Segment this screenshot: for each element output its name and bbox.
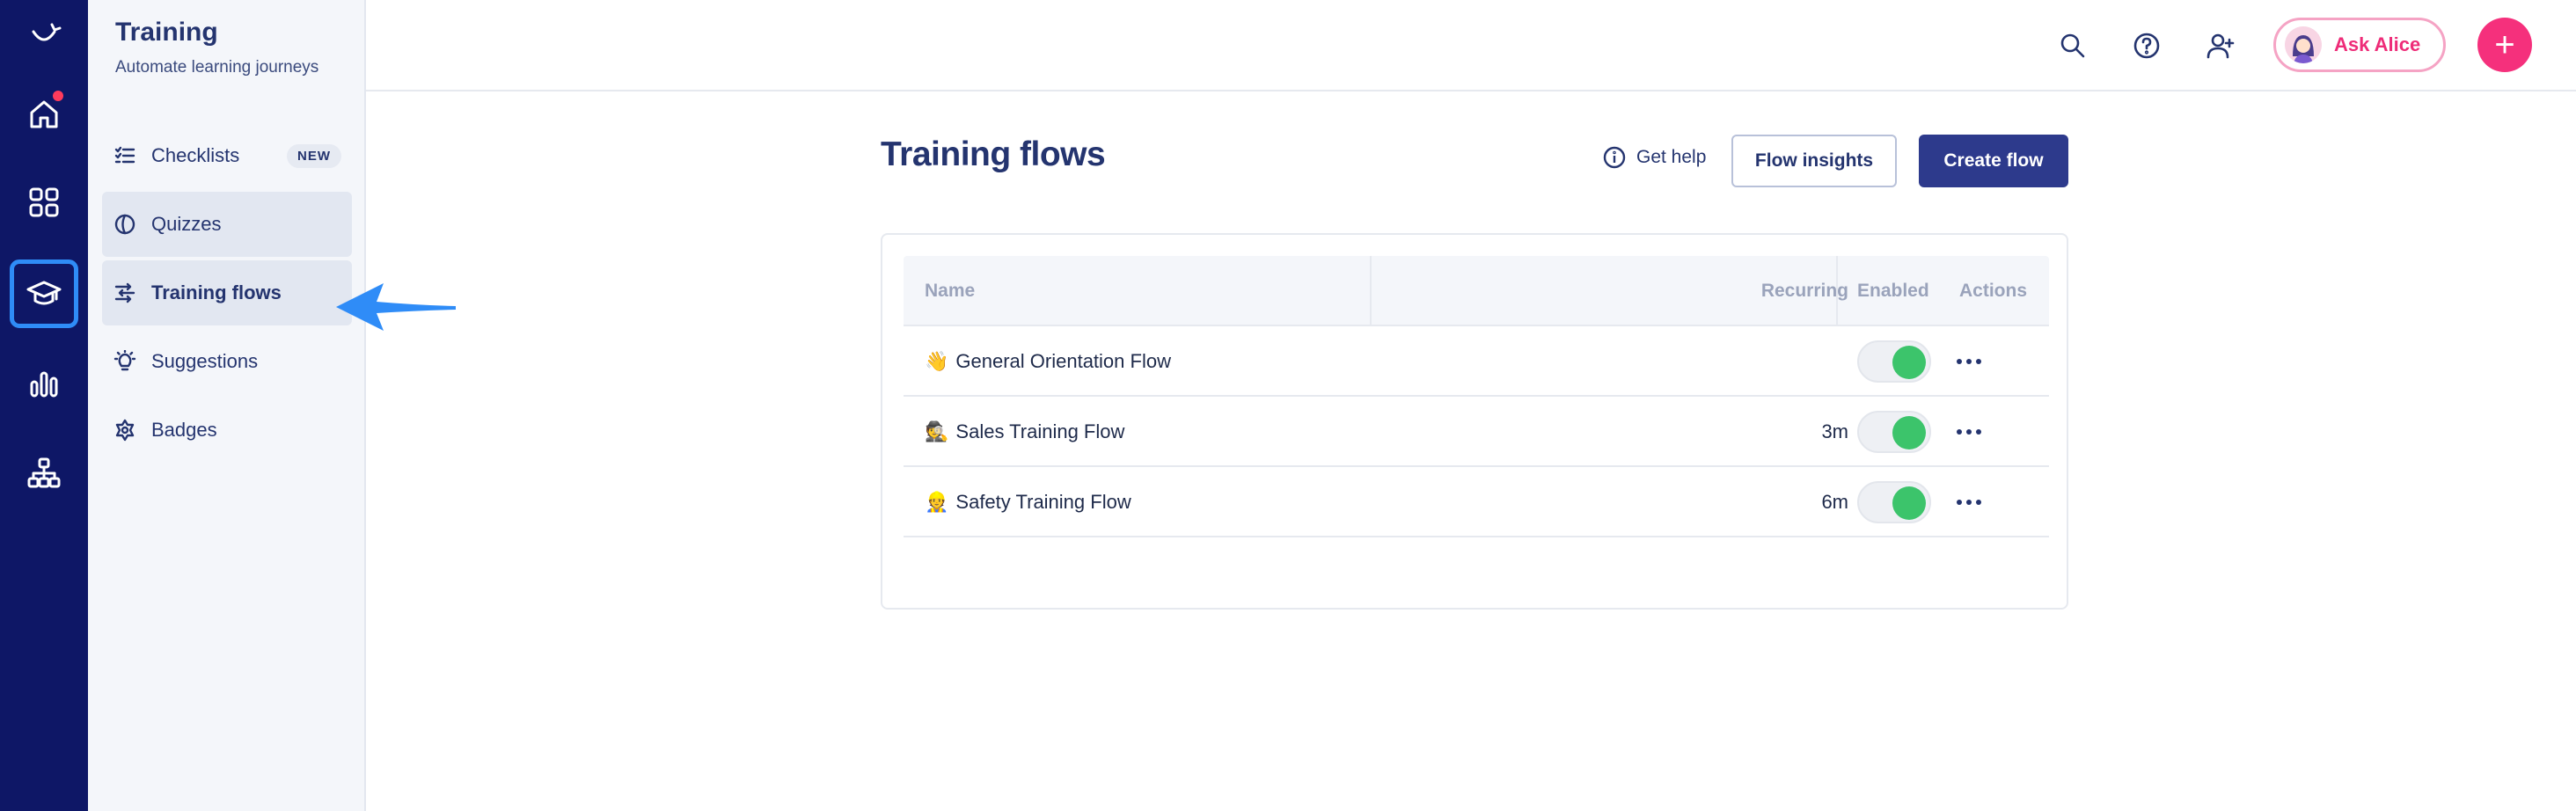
sidebar-item-quizzes[interactable]: Quizzes xyxy=(102,192,352,257)
flow-name: Safety Training Flow xyxy=(955,491,1131,513)
search-icon[interactable] xyxy=(2053,26,2092,65)
flow-name-cell[interactable]: 👷 Safety Training Flow xyxy=(925,467,1131,537)
flow-name-cell[interactable]: 👋 General Orientation Flow xyxy=(925,326,1171,397)
more-actions-icon[interactable] xyxy=(1949,416,1989,448)
new-badge: NEW xyxy=(287,143,341,168)
sidebar-item-training-flows[interactable]: Training flows xyxy=(102,260,352,325)
more-actions-icon[interactable] xyxy=(1949,346,1989,377)
flow-emoji: 👷 xyxy=(925,491,949,513)
top-bar xyxy=(366,0,2576,91)
sidebar-item-label: Checklists xyxy=(151,144,240,166)
flows-table-card: Name Recurring Enabled Actions 👋 General… xyxy=(881,233,2068,610)
flows-icon xyxy=(113,281,137,305)
table-row[interactable]: 🕵 Sales Training Flow 3m xyxy=(904,397,2049,467)
recurring-cell xyxy=(1783,326,1848,397)
get-help-link[interactable]: Get help xyxy=(1603,146,1706,169)
ask-alice-button[interactable]: Ask Alice xyxy=(2273,18,2446,72)
flow-insights-button[interactable]: Flow insights xyxy=(1731,135,1897,187)
sidebar-item-checklists[interactable]: Checklists NEW xyxy=(102,123,352,188)
more-actions-icon[interactable] xyxy=(1949,486,1989,518)
table-row[interactable]: 👋 General Orientation Flow xyxy=(904,326,2049,397)
sidebar-title: Training xyxy=(115,18,218,47)
help-icon[interactable] xyxy=(2127,26,2166,65)
sidebar-item-label: Quizzes xyxy=(151,213,222,235)
toggle-knob xyxy=(1892,346,1926,379)
org-chart-icon[interactable] xyxy=(18,447,70,500)
bar-chart-icon[interactable] xyxy=(18,357,70,410)
training-sidebar: Training Automate learning journeys Chec… xyxy=(88,0,366,811)
home-icon[interactable] xyxy=(18,88,70,141)
recurring-cell: 3m xyxy=(1821,420,1848,442)
recurring-cell: 6m xyxy=(1821,491,1848,513)
add-user-icon[interactable] xyxy=(2201,26,2240,65)
notification-dot xyxy=(53,91,63,101)
column-header-actions: Actions xyxy=(1959,281,2028,301)
column-header-recurring[interactable]: Recurring xyxy=(1722,256,1848,326)
column-divider xyxy=(1370,256,1372,326)
lightbulb-icon xyxy=(113,349,137,374)
quiz-icon xyxy=(113,212,137,237)
create-flow-button[interactable]: Create flow xyxy=(1919,135,2068,187)
create-new-button[interactable]: + xyxy=(2477,18,2532,72)
toggle-knob xyxy=(1892,486,1926,520)
badge-icon xyxy=(113,418,137,442)
column-header-name[interactable]: Name xyxy=(925,256,975,326)
enabled-toggle[interactable] xyxy=(1857,340,1931,383)
get-help-label: Get help xyxy=(1636,147,1707,167)
page-title: Training flows xyxy=(881,135,1106,173)
enabled-toggle[interactable] xyxy=(1857,481,1931,523)
apps-grid-icon[interactable] xyxy=(18,176,70,229)
flow-name: Sales Training Flow xyxy=(955,420,1125,442)
alice-avatar xyxy=(2285,26,2322,63)
sidebar-item-label: Training flows xyxy=(151,281,282,303)
flow-emoji: 👋 xyxy=(925,350,949,372)
info-icon xyxy=(1603,146,1626,169)
table-row[interactable]: 👷 Safety Training Flow 6m xyxy=(904,467,2049,537)
flow-name-cell[interactable]: 🕵 Sales Training Flow xyxy=(925,397,1124,467)
table-header: Name Recurring Enabled Actions xyxy=(904,256,2049,326)
sidebar-item-label: Badges xyxy=(151,419,217,441)
sidebar-item-suggestions[interactable]: Suggestions xyxy=(102,329,352,394)
sidebar-item-label: Suggestions xyxy=(151,350,259,372)
annotation-arrow-icon xyxy=(336,283,456,331)
logo-icon[interactable] xyxy=(18,9,70,62)
graduation-cap-icon[interactable] xyxy=(10,259,78,328)
flow-name: General Orientation Flow xyxy=(955,350,1171,372)
sidebar-item-badges[interactable]: Badges xyxy=(102,398,352,463)
enabled-toggle[interactable] xyxy=(1857,411,1931,453)
sidebar-subtitle: Automate learning journeys xyxy=(115,58,319,77)
toggle-knob xyxy=(1892,416,1926,449)
column-header-enabled[interactable]: Enabled xyxy=(1857,256,1929,326)
flow-emoji: 🕵 xyxy=(925,420,949,442)
ask-alice-label: Ask Alice xyxy=(2334,33,2421,55)
app-rail xyxy=(0,0,88,811)
checklist-icon xyxy=(113,143,137,168)
